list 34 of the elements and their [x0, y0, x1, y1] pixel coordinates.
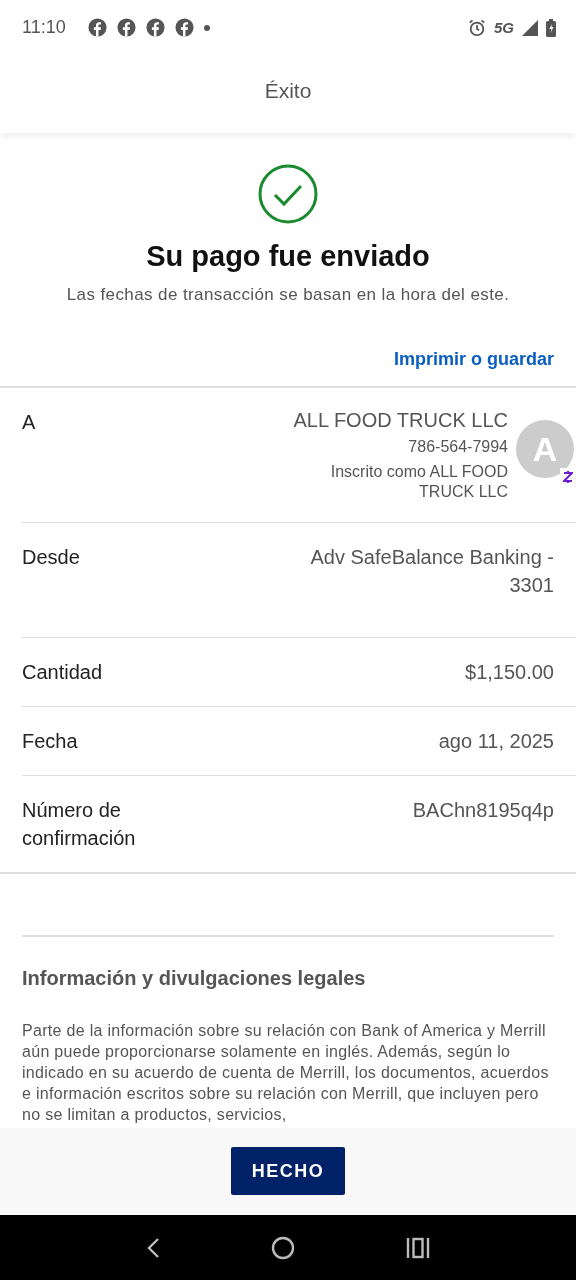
- dot-icon: [203, 24, 210, 31]
- zelle-icon: [563, 470, 573, 484]
- facebook-icon: [174, 18, 194, 37]
- done-button[interactable]: HECHO: [231, 1147, 345, 1195]
- recipient-phone: 786-564-7994: [407, 438, 508, 456]
- clock-time: 11:10: [22, 17, 66, 38]
- back-icon[interactable]: [145, 1236, 160, 1259]
- recent-apps-icon[interactable]: [406, 1236, 431, 1259]
- facebook-icon: [87, 18, 107, 37]
- detail-value: ago 11, 2025: [438, 729, 554, 754]
- detail-label: Cantidad: [22, 660, 104, 685]
- success-subtitle: Las fechas de transacción se basan en la hora del este.: [66, 285, 510, 305]
- alarm-icon: [468, 18, 486, 37]
- print-link[interactable]: Imprimir o guardar: [393, 349, 554, 370]
- network-label: 5G: [494, 19, 514, 36]
- screen-title: Éxito: [264, 79, 312, 103]
- recipient-note: Inscrito como ALL FOOD TRUCK LLC: [329, 462, 508, 502]
- detail-value: Adv SafeBalance Banking - 3301: [309, 545, 554, 598]
- signal-icon: [522, 19, 538, 36]
- success-title: Su pago fue enviado: [146, 240, 430, 273]
- legal-text: Parte de la información sobre su relación con Bank of America y Merrill aún puede proporcionarse solamente en inglés. Además, según lo indicado en su acuerdo de cuenta de Merrill, los documentos, acuerdos e información escritos sobre su relación con Merrill, que incluyen pero no se limitan a productos, servicios,: [22, 1021, 550, 1125]
- detail-label: Número de confirmación: [22, 798, 137, 851]
- facebook-icon: [116, 18, 136, 37]
- detail-value: $1,150.00: [465, 660, 554, 685]
- detail-value: BAChn8195q4p: [412, 798, 554, 823]
- legal-heading: Información y divulgaciones legales: [22, 967, 367, 990]
- battery-icon: [546, 18, 556, 37]
- detail-label: Fecha: [22, 729, 79, 754]
- checkmark-icon: [258, 164, 318, 224]
- detail-label: A: [22, 410, 37, 435]
- facebook-icon: [145, 18, 165, 37]
- recipient-name: ALL FOOD TRUCK LLC: [292, 408, 508, 432]
- detail-label: Desde: [22, 545, 81, 570]
- home-icon[interactable]: [271, 1235, 295, 1260]
